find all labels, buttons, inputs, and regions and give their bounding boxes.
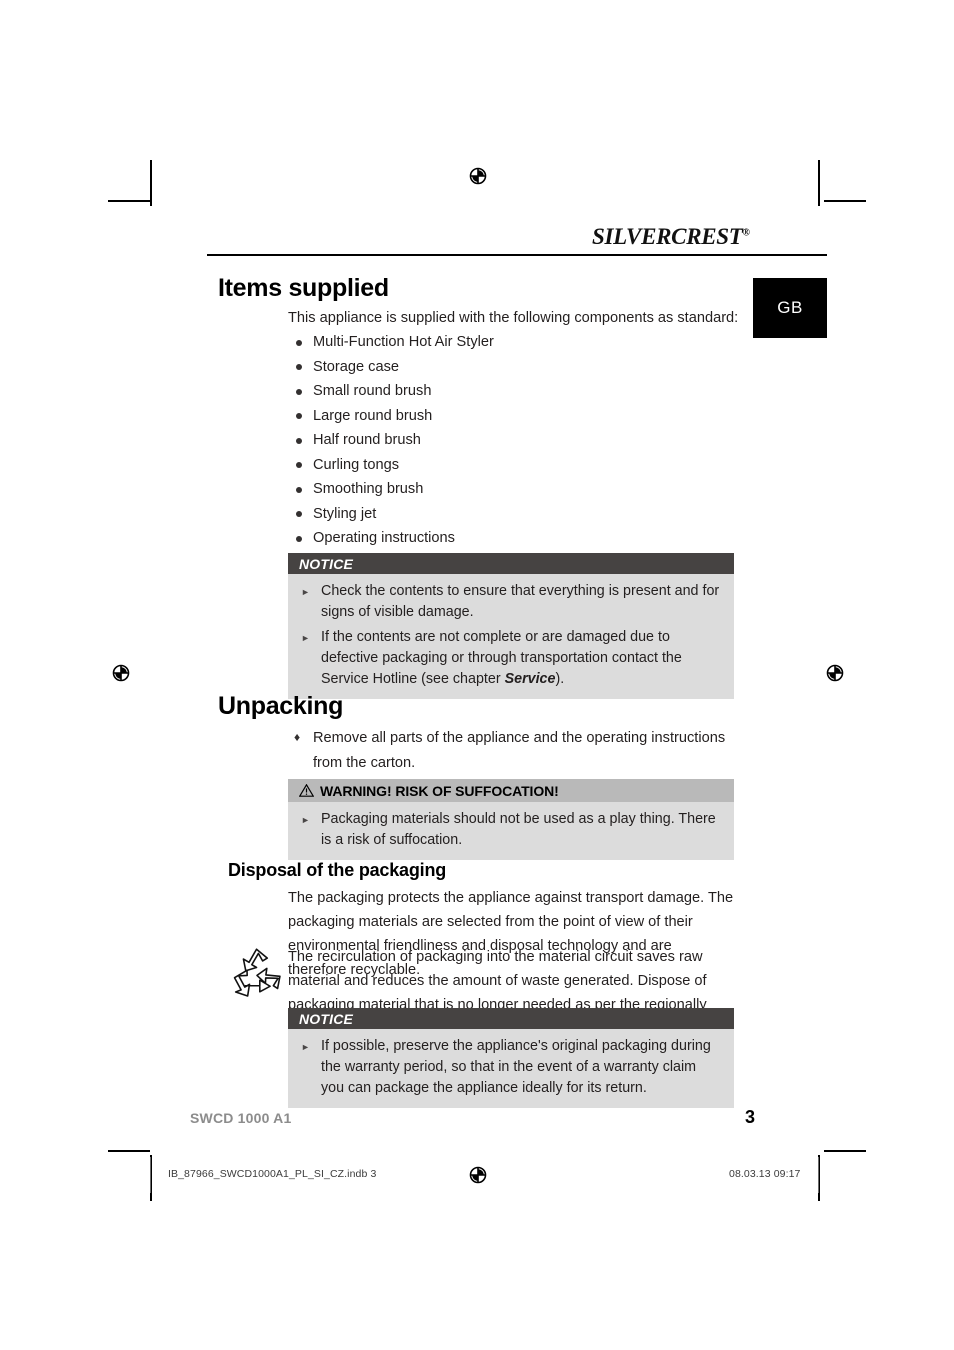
registration-mark-top: [469, 167, 487, 185]
notice-body: If possible, preserve the appliance's or…: [288, 1029, 734, 1108]
brand-logo-text: SILVERCREST: [592, 224, 743, 249]
notice-header: NOTICE: [288, 1008, 734, 1029]
notice-item-text: Check the contents to ensure that everyt…: [321, 583, 720, 620]
notice-item-emphasis: Service: [504, 671, 556, 687]
print-slug-timestamp: 08.03.13 09:17: [729, 1168, 801, 1180]
warning-item: Packaging materials should not be used a…: [299, 809, 722, 851]
crop-mark-bottom-right-horizontal: [824, 1150, 866, 1152]
notice-body: Check the contents to ensure that everyt…: [288, 574, 734, 699]
recycling-symbol-icon: [233, 948, 281, 997]
list-item: Remove all parts of the appliance and th…: [288, 725, 738, 775]
list-item: Half round brush: [288, 428, 728, 453]
list-item: Smoothing brush: [288, 477, 728, 502]
registration-mark-left: [112, 664, 130, 682]
crop-mark-bottom-left-horizontal: [108, 1150, 150, 1152]
crop-mark-top-right-vertical: [818, 160, 820, 206]
notice-item: If possible, preserve the appliance's or…: [299, 1036, 722, 1099]
notice-box-disposal: NOTICE If possible, preserve the applian…: [288, 1008, 734, 1108]
items-supplied-list: Multi-Function Hot Air Styler Storage ca…: [288, 330, 728, 551]
manual-page: SILVERCREST® GB Items supplied This appl…: [0, 0, 954, 1350]
warning-body: Packaging materials should not be used a…: [288, 802, 734, 860]
page-title-unpacking: Unpacking: [218, 692, 344, 720]
list-item: Storage case: [288, 355, 728, 380]
notice-item-text: If the contents are not complete or are …: [321, 629, 682, 687]
warning-header: WARNING! RISK OF SUFFOCATION!: [288, 779, 734, 802]
list-item: Large round brush: [288, 404, 728, 429]
crop-mark-top-left-horizontal: [108, 200, 150, 202]
notice-item-tail: ).: [555, 671, 565, 687]
header-divider: [207, 254, 827, 256]
notice-box-items-supplied: NOTICE Check the contents to ensure that…: [288, 553, 734, 699]
print-slug-filename: IB_87966_SWCD1000A1_PL_SI_CZ.indb 3: [168, 1168, 377, 1180]
registration-mark-right: [826, 664, 844, 682]
page-title-items-supplied: Items supplied: [218, 274, 389, 302]
crop-mark-top-right-horizontal: [824, 200, 866, 202]
language-tab-label: GB: [777, 298, 803, 317]
warning-box-suffocation: WARNING! RISK OF SUFFOCATION! Packaging …: [288, 779, 734, 860]
registration-mark-bottom: [469, 1166, 487, 1184]
notice-label: NOTICE: [299, 1010, 354, 1027]
brand-logo: SILVERCREST®: [592, 224, 832, 250]
slug-rule-left: [150, 1157, 151, 1193]
list-item: Small round brush: [288, 379, 728, 404]
page-subtitle-disposal: Disposal of the packaging: [228, 860, 447, 880]
notice-header: NOTICE: [288, 553, 734, 574]
list-item: Operating instructions: [288, 526, 728, 551]
warning-triangle-icon: [298, 783, 315, 800]
notice-item: If the contents are not complete or are …: [299, 627, 722, 690]
items-supplied-intro: This appliance is supplied with the foll…: [288, 310, 739, 326]
notice-label: NOTICE: [299, 555, 354, 572]
list-item: Multi-Function Hot Air Styler: [288, 330, 728, 355]
list-item: Curling tongs: [288, 453, 728, 478]
warning-label: WARNING! RISK OF SUFFOCATION!: [320, 782, 559, 799]
crop-mark-top-left-vertical: [150, 160, 152, 206]
footer-page-number: 3: [744, 1107, 755, 1127]
registered-trademark-icon: ®: [742, 227, 750, 239]
list-item: Styling jet: [288, 502, 728, 527]
footer-model-number: SWCD 1000 A1: [190, 1110, 292, 1126]
language-tab-gb: GB: [753, 278, 827, 338]
slug-rule-right: [818, 1157, 819, 1193]
notice-item: Check the contents to ensure that everyt…: [299, 581, 722, 623]
